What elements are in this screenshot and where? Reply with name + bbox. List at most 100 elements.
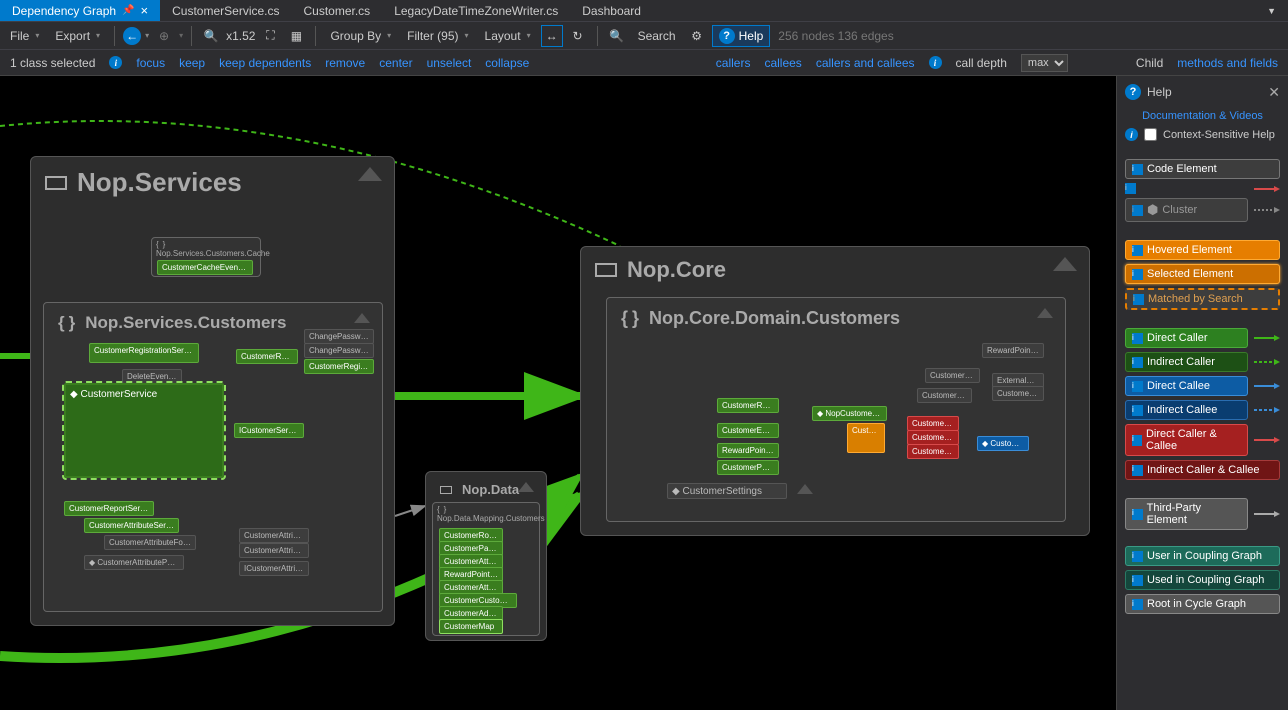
overflow-dropdown-icon[interactable]: ▼ [1255,0,1288,21]
node-reward-history[interactable]: CustomerExtensions [717,423,779,438]
fit-icon[interactable]: ⛶ [259,25,281,47]
dependency-graph-canvas[interactable]: Nop.Services Nop.Services.Customers.Cach… [0,76,1116,710]
info-icon[interactable]: i [1132,381,1143,392]
node-change-pwd-res[interactable]: ChangePasswordResult [304,343,374,358]
callees-action[interactable]: callees [764,56,801,70]
documentation-link[interactable]: Documentation & Videos [1125,110,1280,122]
callers-action[interactable]: callers [716,56,751,70]
file-menu[interactable]: File [4,27,45,45]
cluster-nop-data[interactable]: Nop.Data Nop.Data.Mapping.Customers Cust… [425,471,547,641]
node-delete-task[interactable]: DeleteEventsTask [122,369,182,384]
node-cust-attr-val[interactable]: CustomerAttributeValue [992,386,1044,401]
info-icon[interactable]: i [1125,183,1136,194]
forward-button[interactable]: ⊕ [153,25,175,47]
back-button[interactable]: ← [123,27,141,45]
node-cust-attr[interactable]: CustomerAttribute [917,388,972,403]
help-button[interactable]: ? Help [712,25,771,47]
node-reward-hist2[interactable]: RewardPointsHistory [717,443,779,458]
node-role-mapping[interactable]: CustomerRoleMapping [907,416,959,431]
node-cust-password[interactable]: CustomerPassword [717,460,779,475]
info-icon[interactable]: i [1125,128,1138,141]
collapse-icon[interactable] [1037,308,1053,318]
info-icon[interactable]: i [1132,357,1143,368]
pin-icon[interactable]: 📌 [122,5,134,16]
node-customer-settings[interactable]: ◆ CustomerSettings [667,483,787,499]
info-icon[interactable]: i [1132,509,1143,520]
collapse-icon[interactable] [354,313,370,323]
cluster-core-domain[interactable]: Nop.Core.Domain.Customers RewardPointsSe… [606,297,1066,522]
node-icust-attr-parser[interactable]: ICustomerAttributeParser [239,561,309,576]
info-icon[interactable]: i [1132,435,1142,446]
focus-action[interactable]: focus [136,56,165,70]
layout-menu[interactable]: Layout [479,27,537,45]
node-attr-parser[interactable]: ◆ CustomerAttributeParser [84,555,184,570]
node-attr-formatter[interactable]: CustomerAttributeFormatter [104,535,196,550]
refresh-icon[interactable]: ↻ [567,25,589,47]
cluster-nop-services[interactable]: Nop.Services Nop.Services.Customers.Cach… [30,156,395,626]
node-cust-addr2[interactable]: CustomerAddress [907,444,959,459]
info-icon[interactable]: i [1132,551,1143,562]
cluster-services-customers[interactable]: Nop.Services.Customers CustomerRegistrat… [43,302,383,612]
search-button[interactable]: Search [632,27,682,45]
fit-all-icon[interactable]: ▦ [285,25,307,47]
zoom-icon[interactable]: 🔍 [200,25,222,47]
node-cust-addr[interactable]: CustomerAddress [907,430,959,445]
export-menu[interactable]: Export [49,27,106,45]
tab-close-icon[interactable]: × [141,3,149,18]
collapse-action[interactable]: collapse [485,56,529,70]
keep-action[interactable]: keep [179,56,205,70]
info-icon-2[interactable]: i [929,56,942,69]
collapse-icon[interactable] [518,482,534,492]
tab-dependency-graph[interactable]: Dependency Graph 📌 × [0,0,160,21]
context-help-checkbox[interactable] [1144,128,1157,141]
info-icon[interactable]: i [109,56,122,69]
node-cust-role[interactable]: ◆ CustomerRole [977,436,1029,451]
center-action[interactable]: center [379,56,412,70]
node-cust-map[interactable]: CustomerMap [439,619,503,634]
node-icustomer-service[interactable]: ICustomerService [234,423,304,438]
node-attr-service[interactable]: CustomerAttributeService [84,518,179,533]
info-icon[interactable]: i [1132,333,1143,344]
cluster-nop-core[interactable]: Nop.Core Nop.Core.Domain.Customers Rewar… [580,246,1090,536]
keep-dependents-action[interactable]: keep dependents [219,56,311,70]
node-customer-reg[interactable]: CustomerRegistration [236,349,298,364]
tab-customerservice[interactable]: CustomerService.cs [160,0,291,21]
info-icon[interactable]: i [1132,465,1143,476]
info-icon[interactable]: i [1132,575,1143,586]
unselect-action[interactable]: unselect [427,56,472,70]
node-attr-types[interactable]: CustomerAttributeTypes [239,528,309,543]
node-cust-ext[interactable]: CustomerExtensions [925,368,980,383]
methods-fields-action[interactable]: methods and fields [1177,56,1278,70]
node-cust-rel[interactable]: CustomerRelations [717,398,779,413]
info-icon[interactable]: i [1132,164,1143,175]
call-depth-select[interactable]: max [1021,54,1068,72]
info-icon[interactable]: i [1132,205,1143,216]
cluster-mapping[interactable]: Nop.Data.Mapping.Customers CustomerRoleS… [432,502,540,636]
tab-legacy[interactable]: LegacyDateTimeZoneWriter.cs [382,0,570,21]
collapse-icon[interactable] [1053,257,1077,271]
callers-callees-action[interactable]: callers and callees [816,56,915,70]
info-icon[interactable]: i [1132,245,1143,256]
settings-icon[interactable]: ⚙ [686,25,708,47]
node-rp-settings[interactable]: RewardPointsSettings [982,343,1044,358]
node-report-service[interactable]: CustomerReportService [64,501,154,516]
layout-toggle-icon[interactable]: ↔ [541,25,563,47]
info-icon[interactable]: i [1132,599,1143,610]
remove-action[interactable]: remove [325,56,365,70]
info-icon[interactable]: i [1133,294,1144,305]
info-icon[interactable]: i [1132,405,1143,416]
collapse-icon[interactable] [797,484,813,494]
node-cache-consumer[interactable]: CustomerCacheEventConsumer [157,260,253,275]
collapse-icon[interactable] [358,167,382,181]
tab-customer[interactable]: Customer.cs [292,0,383,21]
close-icon[interactable]: ✕ [1268,84,1280,101]
node-customer-service[interactable]: ◆ CustomerService [64,383,224,478]
node-attr-ext[interactable]: CustomerAttributeExtensions [239,543,309,558]
node-change-pwd-req[interactable]: ChangePasswordRequest [304,329,374,344]
cluster-cache[interactable]: Nop.Services.Customers.Cache CustomerCac… [151,237,261,277]
group-by-menu[interactable]: Group By [324,27,397,45]
node-registration-service[interactable]: CustomerRegistrationService [89,343,199,363]
info-icon[interactable]: i [1132,269,1143,280]
node-nop-defaults[interactable]: ◆ NopCustomerDefaults [812,406,887,421]
filter-menu[interactable]: Filter (95) [401,27,474,45]
